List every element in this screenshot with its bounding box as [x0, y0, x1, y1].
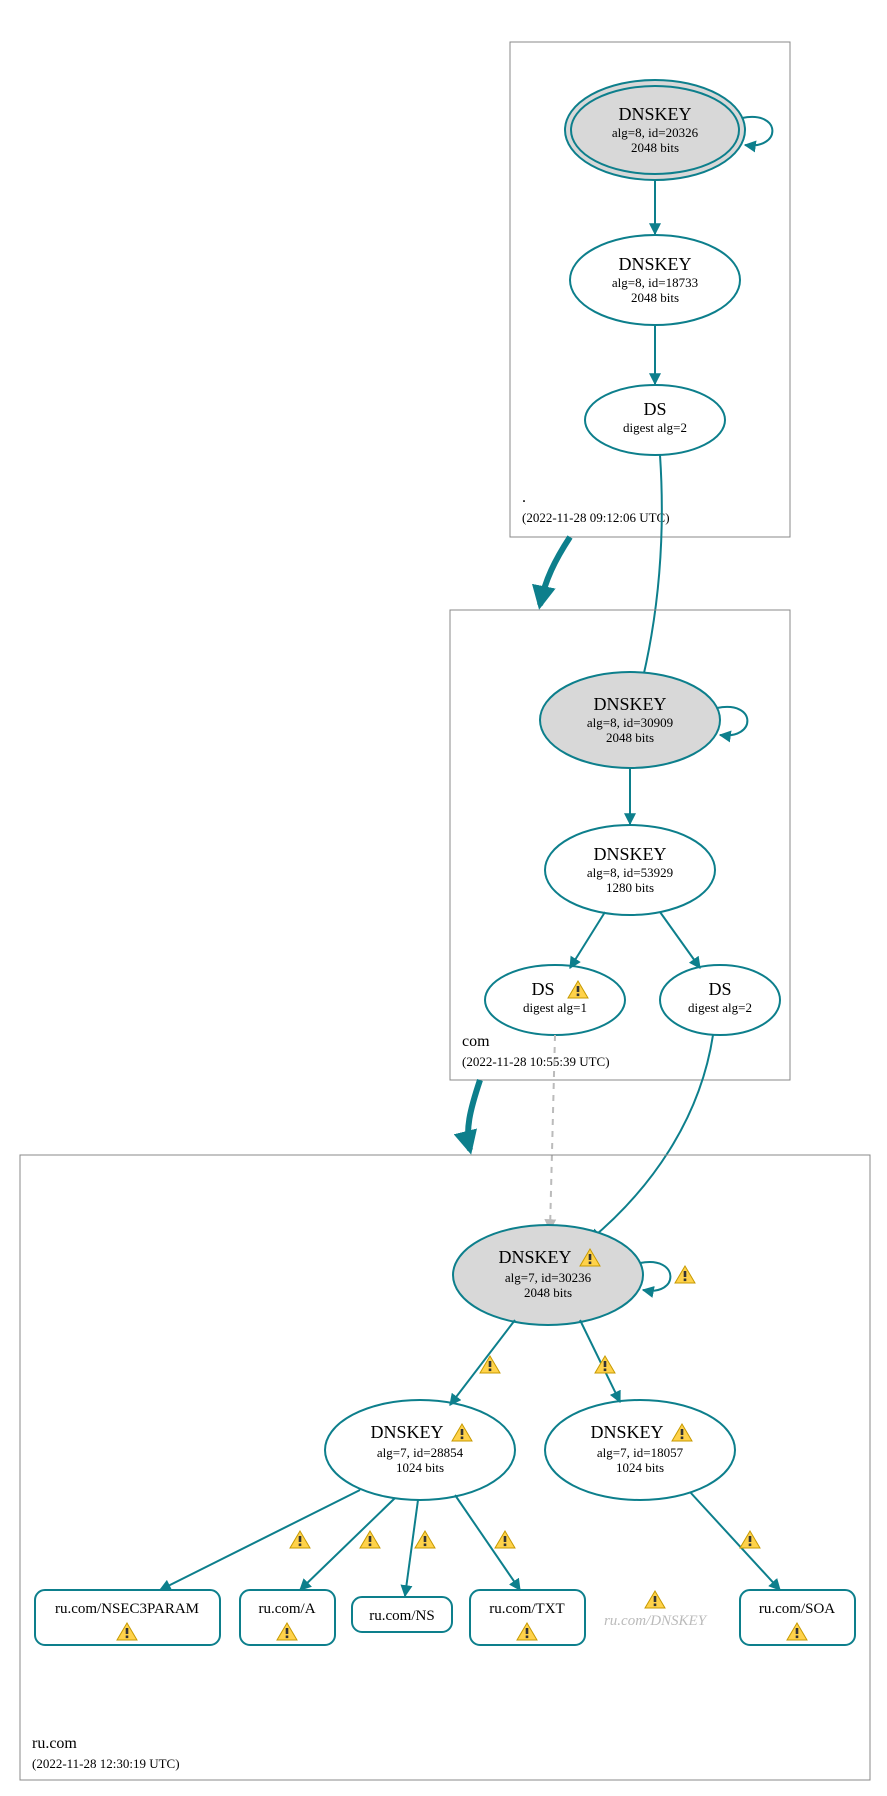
- node-root-zsk[interactable]: DNSKEY alg=8, id=18733 2048 bits: [570, 235, 740, 325]
- svg-text:2048 bits: 2048 bits: [606, 730, 654, 745]
- edge-root-ksk-self: [742, 117, 772, 145]
- node-rucom-ksk[interactable]: DNSKEY alg=7, id=30236 2048 bits: [453, 1225, 643, 1325]
- edge-com-zsk-ds2: [660, 912, 700, 968]
- zone-name-root: .: [522, 489, 526, 506]
- edge-rucom-ksk-zskr: [580, 1320, 620, 1402]
- svg-text:digest alg=2: digest alg=2: [623, 420, 687, 435]
- svg-text:DNSKEY: DNSKEY: [618, 104, 691, 124]
- node-rucom-zsk-left[interactable]: DNSKEY alg=7, id=28854 1024 bits: [325, 1400, 515, 1500]
- node-com-ds1[interactable]: DS digest alg=1: [485, 965, 625, 1035]
- svg-text:ru.com/DNSKEY: ru.com/DNSKEY: [604, 1613, 708, 1629]
- svg-text:DNSKEY: DNSKEY: [370, 1422, 443, 1442]
- svg-text:2048 bits: 2048 bits: [631, 290, 679, 305]
- svg-text:digest alg=2: digest alg=2: [688, 1000, 752, 1015]
- svg-text:alg=7, id=18057: alg=7, id=18057: [597, 1445, 684, 1460]
- zone-ts-rucom: (2022-11-28 12:30:19 UTC): [32, 1756, 180, 1771]
- rrset-nsec3param[interactable]: ru.com/NSEC3PARAM: [35, 1590, 220, 1645]
- warn-icon: [415, 1531, 435, 1548]
- node-root-ds[interactable]: DS digest alg=2: [585, 385, 725, 455]
- edge-com-ksk-self: [717, 707, 747, 735]
- svg-text:DNSKEY: DNSKEY: [590, 1422, 663, 1442]
- warn-icon: [290, 1531, 310, 1548]
- warn-icon: [740, 1531, 760, 1548]
- edge-zskr-soa: [690, 1492, 780, 1590]
- svg-text:1280 bits: 1280 bits: [606, 880, 654, 895]
- edge-zskl-nsec3: [160, 1490, 360, 1590]
- warn-icon: [645, 1591, 665, 1608]
- edge-com-zsk-ds1: [570, 912, 605, 968]
- svg-text:2048 bits: 2048 bits: [631, 140, 679, 155]
- edge-rucom-ksk-zskl: [450, 1320, 515, 1405]
- svg-text:ru.com/SOA: ru.com/SOA: [759, 1601, 835, 1617]
- svg-text:DNSKEY: DNSKEY: [618, 254, 691, 274]
- svg-text:alg=7, id=30236: alg=7, id=30236: [505, 1270, 592, 1285]
- svg-text:ru.com/TXT: ru.com/TXT: [489, 1601, 564, 1617]
- warn-icon: [360, 1531, 380, 1548]
- svg-text:1024 bits: 1024 bits: [616, 1460, 664, 1475]
- edge-deleg-root-com: [540, 537, 570, 605]
- svg-text:2048 bits: 2048 bits: [524, 1285, 572, 1300]
- svg-text:alg=8, id=20326: alg=8, id=20326: [612, 125, 699, 140]
- edge-root-ds-com-ksk: [640, 455, 662, 690]
- svg-text:DNSKEY: DNSKEY: [498, 1247, 571, 1267]
- svg-text:alg=8, id=53929: alg=8, id=53929: [587, 865, 673, 880]
- warn-icon: [480, 1356, 500, 1373]
- zone-ts-root: (2022-11-28 09:12:06 UTC): [522, 510, 670, 525]
- rrset-a[interactable]: ru.com/A: [240, 1590, 335, 1645]
- node-com-ksk[interactable]: DNSKEY alg=8, id=30909 2048 bits: [540, 672, 720, 768]
- rrset-txt[interactable]: ru.com/TXT: [470, 1590, 585, 1645]
- zone-ts-com: (2022-11-28 10:55:39 UTC): [462, 1054, 610, 1069]
- svg-text:1024 bits: 1024 bits: [396, 1460, 444, 1475]
- rrset-soa[interactable]: ru.com/SOA: [740, 1590, 855, 1645]
- warn-icon: [495, 1531, 515, 1548]
- node-com-zsk[interactable]: DNSKEY alg=8, id=53929 1280 bits: [545, 825, 715, 915]
- node-com-ds2[interactable]: DS digest alg=2: [660, 965, 780, 1035]
- svg-text:alg=8, id=30909: alg=8, id=30909: [587, 715, 673, 730]
- svg-text:ru.com/NSEC3PARAM: ru.com/NSEC3PARAM: [55, 1601, 199, 1617]
- svg-text:DS: DS: [643, 399, 666, 419]
- svg-text:DNSKEY: DNSKEY: [593, 844, 666, 864]
- rrset-ns[interactable]: ru.com/NS: [352, 1597, 452, 1632]
- edge-rucom-ksk-self: [640, 1262, 670, 1291]
- zone-name-com: com: [462, 1033, 490, 1050]
- svg-text:ru.com/NS: ru.com/NS: [369, 1608, 434, 1624]
- svg-text:digest alg=1: digest alg=1: [523, 1000, 587, 1015]
- zone-name-rucom: ru.com: [32, 1735, 77, 1752]
- svg-text:alg=7, id=28854: alg=7, id=28854: [377, 1445, 464, 1460]
- svg-text:DS: DS: [531, 979, 554, 999]
- node-root-ksk[interactable]: DNSKEY alg=8, id=20326 2048 bits: [565, 80, 745, 180]
- svg-text:DS: DS: [708, 979, 731, 999]
- node-rucom-zsk-right[interactable]: DNSKEY alg=7, id=18057 1024 bits: [545, 1400, 735, 1500]
- svg-text:alg=8, id=18733: alg=8, id=18733: [612, 275, 698, 290]
- warn-icon: [675, 1266, 695, 1283]
- svg-text:ru.com/A: ru.com/A: [258, 1601, 315, 1617]
- edge-deleg-com-rucom: [468, 1080, 480, 1150]
- rrset-dnskey-muted: ru.com/DNSKEY: [604, 1591, 708, 1629]
- svg-text:DNSKEY: DNSKEY: [593, 694, 666, 714]
